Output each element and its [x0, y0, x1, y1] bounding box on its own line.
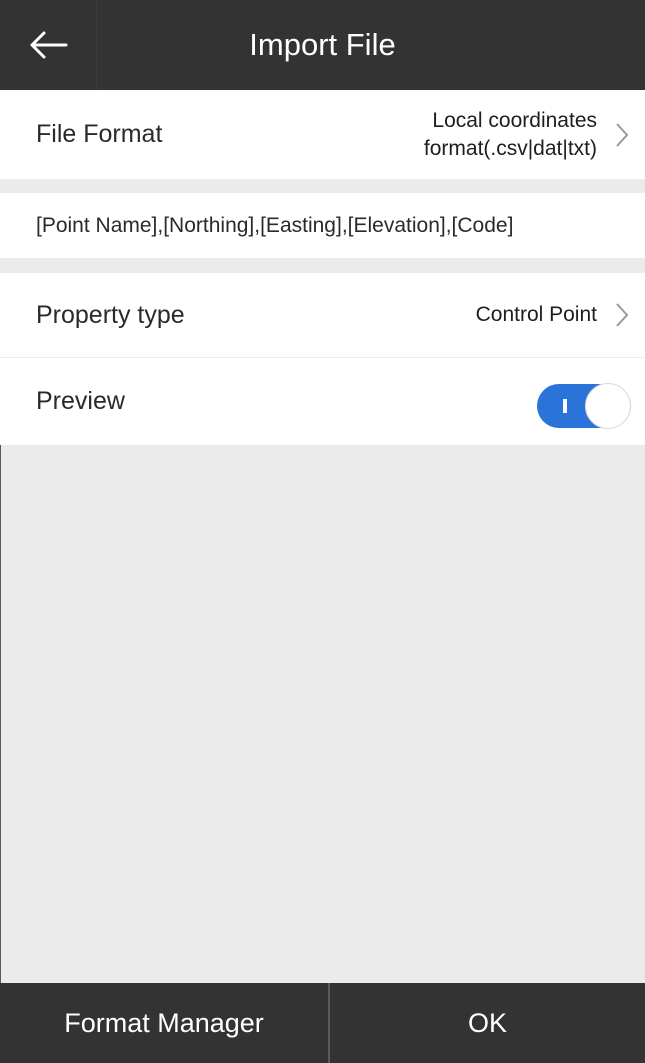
- format-string-row: [Point Name],[Northing],[Easting],[Eleva…: [0, 193, 645, 258]
- file-format-value-line2: format(.csv|dat|txt): [423, 136, 597, 160]
- preview-toggle[interactable]: [537, 383, 631, 429]
- preview-label: Preview: [36, 387, 125, 415]
- file-format-row[interactable]: File Format Local coordinates format(.cs…: [0, 90, 645, 179]
- file-format-value: Local coordinates format(.csv|dat|txt): [424, 90, 597, 179]
- format-string-text: [Point Name],[Northing],[Easting],[Eleva…: [36, 213, 514, 237]
- top-bar: Import File: [0, 0, 645, 90]
- chevron-right-icon: [613, 273, 631, 357]
- property-type-row[interactable]: Property type Control Point: [0, 273, 645, 357]
- toggle-on-indicator-icon: [563, 399, 567, 413]
- ok-button[interactable]: OK: [330, 983, 645, 1063]
- chevron-right-icon: [613, 90, 631, 179]
- left-edge-line: [0, 445, 1, 983]
- bottom-bar: Format Manager OK: [0, 983, 645, 1063]
- file-format-value-line1: Local coordinates: [432, 108, 597, 132]
- file-format-label: File Format: [36, 120, 163, 148]
- preview-row: Preview: [0, 358, 645, 445]
- property-type-label: Property type: [36, 300, 185, 329]
- arrow-left-icon: [30, 31, 68, 59]
- toggle-knob: [585, 383, 631, 429]
- import-file-screen: Import File File Format Local coordinate…: [0, 0, 645, 1063]
- back-button[interactable]: [0, 0, 97, 90]
- format-manager-button[interactable]: Format Manager: [0, 983, 328, 1063]
- property-type-value: Control Point: [475, 303, 597, 326]
